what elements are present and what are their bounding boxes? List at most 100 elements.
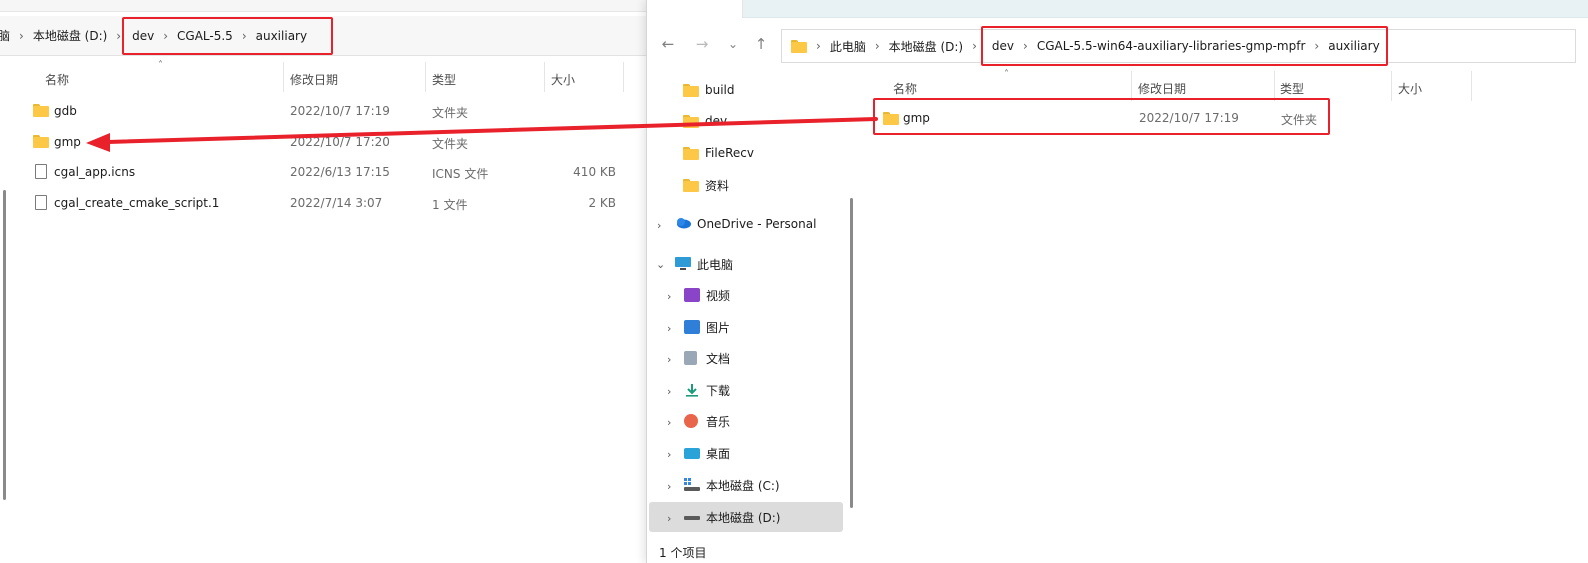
left-explorer-window: 脑 › 本地磁盘 (D:) › dev › CGAL-5.5 › auxilia… (0, 0, 646, 563)
column-divider[interactable] (1391, 71, 1392, 101)
right-crumb-cgal-libs[interactable]: CGAL-5.5-win64-auxiliary-libraries-gmp-m… (1037, 39, 1306, 53)
table-row[interactable]: cgal_create_cmake_script.1 2022/7/14 3:0… (0, 188, 630, 218)
left-col-date[interactable]: 修改日期 (290, 71, 338, 88)
right-window-title-strip (647, 0, 1588, 18)
chevron-right-icon[interactable]: › (667, 480, 671, 493)
documents-icon (684, 351, 697, 365)
forward-arrow-icon[interactable]: → (690, 26, 714, 62)
nav-item-onedrive[interactable]: OneDrive - Personal (675, 209, 816, 239)
nav-item-dev[interactable]: dev (683, 106, 727, 136)
right-col-type[interactable]: 类型 (1280, 80, 1304, 97)
column-divider[interactable] (283, 62, 284, 92)
nav-item-build[interactable]: build (683, 75, 735, 105)
table-row[interactable]: gdb 2022/10/7 17:19 文件夹 (0, 96, 630, 126)
status-bar-text: 1 个项目 (659, 546, 707, 560)
left-crumb-auxiliary[interactable]: auxiliary (256, 29, 307, 43)
chevron-right-icon[interactable]: › (667, 385, 671, 398)
download-icon (684, 383, 700, 397)
nav-scrollbar-thumb[interactable] (850, 198, 853, 508)
window-tab[interactable] (647, 0, 743, 18)
row-size: 410 KB (573, 165, 616, 179)
music-icon (684, 414, 698, 428)
right-crumb-auxiliary[interactable]: auxiliary (1328, 39, 1379, 53)
chevron-right-icon: › (972, 39, 977, 53)
chevron-down-icon[interactable]: ⌄ (656, 258, 665, 271)
left-address-bar[interactable]: 脑 › 本地磁盘 (D:) › dev › CGAL-5.5 › auxilia… (0, 16, 646, 56)
up-arrow-icon[interactable]: ↑ (749, 26, 773, 62)
nav-item-label: 本地磁盘 (C:) (706, 478, 780, 493)
row-date: 2022/7/14 3:07 (290, 196, 383, 210)
nav-scrollbar[interactable] (845, 66, 859, 544)
left-crumb-drive-d[interactable]: 本地磁盘 (D:) (33, 27, 107, 44)
left-column-header: ˄ 名称 修改日期 类型 大小 (0, 60, 646, 92)
row-type: ICNS 文件 (432, 167, 489, 181)
nav-item-music[interactable]: 音乐 (684, 406, 730, 436)
column-divider[interactable] (425, 62, 426, 92)
folder-icon (33, 135, 49, 148)
left-scrollbar-thumb[interactable] (3, 190, 6, 500)
chevron-right-icon[interactable]: › (657, 219, 661, 232)
left-col-type[interactable]: 类型 (432, 71, 456, 88)
chevron-right-icon: › (816, 39, 821, 53)
row-name: gdb (54, 104, 77, 118)
right-crumb-drive-d[interactable]: 本地磁盘 (D:) (889, 38, 963, 55)
left-window-title-strip (0, 0, 646, 12)
file-icon (35, 164, 47, 179)
chevron-right-icon[interactable]: › (667, 353, 671, 366)
left-crumb-dev[interactable]: dev (132, 29, 154, 43)
desktop-icon (684, 447, 700, 459)
nav-item-pictures[interactable]: 图片 (684, 312, 730, 342)
left-col-name[interactable]: 名称 (45, 71, 69, 88)
table-row[interactable]: cgal_app.icns 2022/6/13 17:15 ICNS 文件 41… (0, 157, 630, 187)
right-crumb-dev[interactable]: dev (992, 39, 1014, 53)
nav-item-downloads[interactable]: 下载 (684, 375, 730, 405)
row-date: 2022/6/13 17:15 (290, 165, 390, 179)
folder-icon (683, 178, 699, 192)
row-size: 2 KB (588, 196, 616, 210)
left-breadcrumb-highlight: dev › CGAL-5.5 › auxiliary (122, 16, 334, 55)
nav-item-drive-d[interactable]: 本地磁盘 (D:) (684, 502, 780, 532)
back-arrow-icon[interactable]: ← (656, 26, 680, 62)
nav-item-ziliao[interactable]: 资料 (683, 170, 729, 200)
column-divider[interactable] (1131, 71, 1132, 101)
table-row[interactable]: gmp 2022/10/7 17:20 文件夹 (0, 127, 630, 157)
table-row[interactable]: gmp 2022/10/7 17:19 文件夹 (873, 98, 1330, 135)
nav-item-label: 视频 (706, 288, 731, 303)
nav-item-videos[interactable]: 视频 (684, 280, 730, 310)
chevron-right-icon[interactable]: › (667, 416, 671, 429)
chevron-right-icon: › (163, 28, 169, 43)
row-type: 1 文件 (432, 198, 468, 212)
column-divider[interactable] (1274, 71, 1275, 101)
chevron-right-icon[interactable]: › (667, 448, 671, 461)
chevron-right-icon: › (1023, 39, 1028, 53)
chevron-right-icon[interactable]: › (667, 290, 671, 303)
row-name: gmp (903, 111, 930, 125)
nav-item-label: 音乐 (706, 414, 731, 429)
row-name: cgal_app.icns (54, 165, 136, 179)
chevron-right-icon[interactable]: › (667, 322, 671, 335)
row-date: 2022/10/7 17:19 (1139, 111, 1239, 125)
nav-item-documents[interactable]: 文档 (684, 343, 730, 373)
right-col-size[interactable]: 大小 (1398, 80, 1422, 97)
folder-icon (683, 146, 699, 160)
column-divider[interactable] (623, 62, 624, 92)
left-crumb-cgal[interactable]: CGAL-5.5 (177, 29, 233, 43)
column-divider[interactable] (544, 62, 545, 92)
nav-item-filerecv[interactable]: FileRecv (683, 138, 754, 168)
left-col-size[interactable]: 大小 (551, 71, 575, 88)
recent-locations-icon[interactable]: ⌄ (721, 26, 745, 62)
folder-icon (683, 83, 699, 97)
right-crumb-this-pc[interactable]: 此电脑 (830, 38, 866, 55)
nav-item-drive-c[interactable]: 本地磁盘 (C:) (684, 470, 780, 500)
right-col-name[interactable]: 名称 (893, 80, 917, 97)
column-divider[interactable] (1471, 71, 1472, 101)
drive-d-icon (684, 510, 700, 524)
nav-item-label: 文档 (706, 351, 731, 366)
right-col-date[interactable]: 修改日期 (1138, 80, 1186, 97)
left-crumb-this-pc[interactable]: 脑 (0, 27, 10, 44)
nav-item-this-pc[interactable]: 此电脑 (675, 249, 733, 279)
nav-item-desktop[interactable]: 桌面 (684, 438, 730, 468)
row-date: 2022/10/7 17:20 (290, 135, 390, 149)
chevron-right-icon[interactable]: › (667, 512, 671, 525)
right-address-bar[interactable]: › 此电脑 › 本地磁盘 (D:) › dev › CGAL-5.5-win64… (781, 26, 1576, 66)
